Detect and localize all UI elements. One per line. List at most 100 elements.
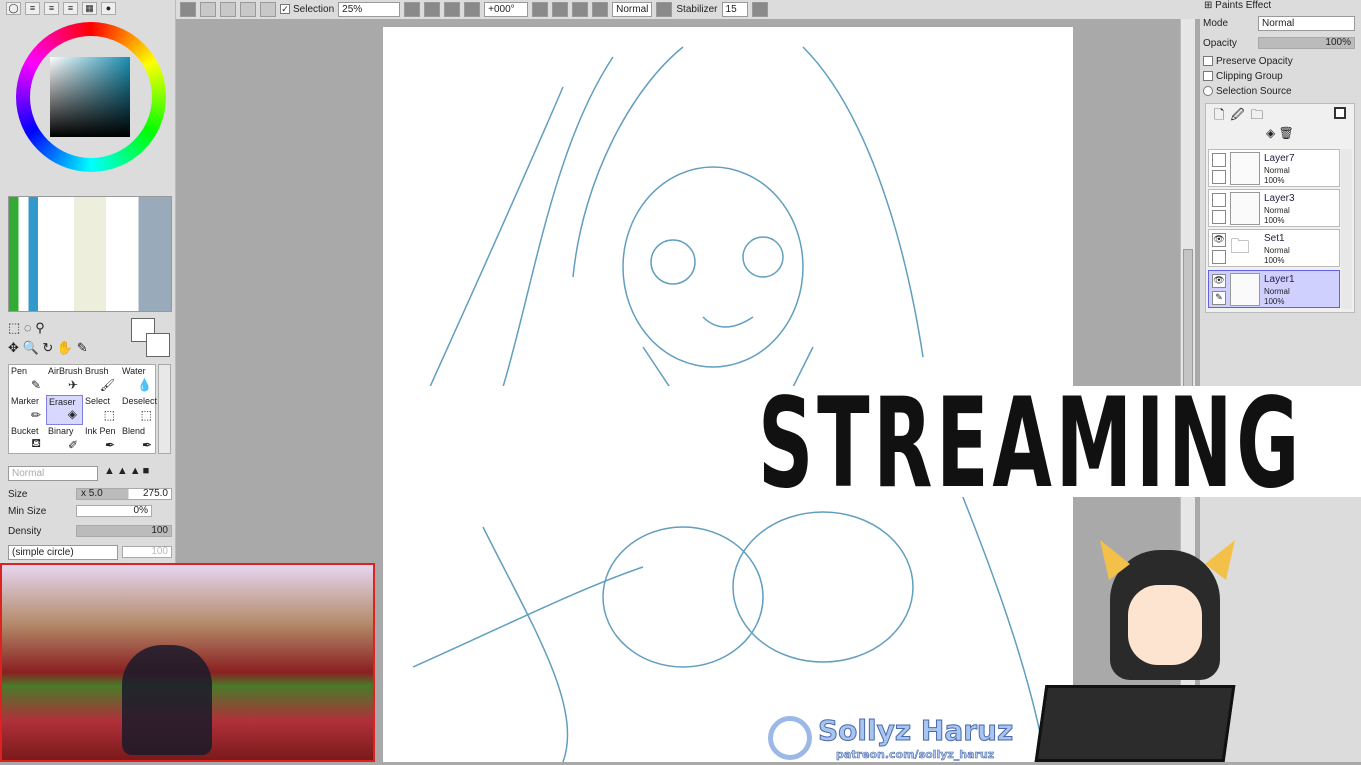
swatch-palette[interactable]: [8, 196, 172, 312]
view-mode-field[interactable]: Normal: [612, 2, 653, 17]
brush-tip-shapes[interactable]: ▲▲▲■: [104, 465, 170, 480]
tool-label: Binary: [48, 426, 74, 436]
tool-label: AirBrush: [48, 366, 83, 376]
zoom-reset-button[interactable]: [464, 2, 481, 17]
tool-water[interactable]: Water 💧: [120, 365, 157, 395]
deselect-button[interactable]: [240, 2, 256, 17]
lock-toggle[interactable]: [1212, 250, 1226, 264]
rect-select-icon[interactable]: ⬚: [8, 320, 20, 335]
swatch-icon[interactable]: ▦: [82, 2, 97, 15]
selection-toggle[interactable]: ✓ Selection: [280, 4, 334, 15]
paints-effect-header[interactable]: ⊞ Paints Effect: [1204, 0, 1271, 11]
layer-mode: Normal: [1264, 287, 1290, 296]
zoom-in-button[interactable]: [444, 2, 461, 17]
density-slider[interactable]: 100: [76, 525, 172, 537]
tint-icon[interactable]: ≡: [63, 2, 78, 15]
clear-layer-icon[interactable]: ◈: [1266, 126, 1275, 140]
zoom-icon[interactable]: 🔍: [23, 340, 39, 355]
layer-mode-select[interactable]: Normal: [1258, 16, 1355, 31]
deselect-icon: ⬚: [140, 408, 152, 422]
saturation-value-picker[interactable]: [50, 57, 130, 137]
secondary-color[interactable]: [146, 333, 170, 357]
tool-brush[interactable]: Brush 🖌: [83, 365, 120, 395]
eyedropper-icon[interactable]: ✎: [77, 340, 88, 355]
brush-blend-mode[interactable]: Normal: [8, 466, 98, 481]
invert-selection-button[interactable]: [260, 2, 276, 17]
tool-binary[interactable]: Binary ✐: [46, 425, 83, 455]
menu-toggle-button[interactable]: [180, 2, 196, 17]
layer-item[interactable]: Layer7 Normal 100%: [1208, 149, 1340, 187]
tool-select[interactable]: Select ⬚: [83, 395, 120, 425]
clipping-group-toggle[interactable]: Clipping Group: [1203, 71, 1283, 82]
stabilizer-field[interactable]: 15: [721, 2, 748, 17]
zoom-field[interactable]: 25%: [338, 2, 401, 17]
tool-ink-pen[interactable]: Ink Pen ✒: [83, 425, 120, 455]
tool-bucket[interactable]: Bucket ⛾: [9, 425, 46, 455]
clipping-group-checkbox[interactable]: [1203, 71, 1213, 82]
tool-eraser[interactable]: Eraser ◈: [46, 395, 83, 425]
zoom-dropdown[interactable]: [404, 2, 421, 17]
layer-opacity: 100%: [1264, 256, 1285, 265]
brush-lock-icon[interactable]: ✎: [1212, 291, 1226, 305]
visibility-toggle[interactable]: [1212, 153, 1226, 167]
layer-item[interactable]: Layer3 Normal 100%: [1208, 189, 1340, 227]
layer-item-selected[interactable]: 👁 ✎ Layer1 Normal 100%: [1208, 270, 1340, 308]
tool-label: Bucket: [11, 426, 39, 436]
preserve-opacity-checkbox[interactable]: [1203, 56, 1213, 67]
layer-folder-item[interactable]: 👁 🗀 Set1 Normal 100%: [1208, 229, 1340, 267]
selection-source-radio[interactable]: [1203, 86, 1213, 97]
selection-checkbox[interactable]: ✓: [280, 4, 290, 15]
rotate-reset-button[interactable]: [592, 2, 609, 17]
streaming-text: STREAMING: [758, 372, 1304, 516]
brush-shape-select[interactable]: (simple circle): [8, 545, 118, 560]
preserve-opacity-toggle[interactable]: Preserve Opacity: [1203, 56, 1293, 67]
rotate-left-button[interactable]: [552, 2, 569, 17]
rotate-right-button[interactable]: [572, 2, 589, 17]
mask-icon[interactable]: [1334, 107, 1346, 119]
layer-scrollbar[interactable]: [1341, 149, 1352, 309]
binary-icon: ✐: [67, 438, 78, 452]
lasso-icon[interactable]: ◌: [24, 320, 32, 335]
tool-marker[interactable]: Marker ✏: [9, 395, 46, 425]
hand-icon[interactable]: ✋: [57, 340, 73, 355]
mode-label: Mode: [1203, 18, 1229, 29]
tool-scrollbar[interactable]: [158, 364, 171, 454]
move-icon[interactable]: ✥: [8, 340, 19, 355]
size-slider[interactable]: x 5.0 275.0: [76, 488, 172, 500]
lock-toggle[interactable]: [1212, 210, 1226, 224]
stabilizer-dropdown[interactable]: [751, 2, 768, 17]
new-folder-icon[interactable]: 🗀: [1250, 107, 1269, 122]
game-capture: [0, 563, 375, 762]
folder-icon: 🗀: [1230, 236, 1250, 258]
tool-pen[interactable]: Pen ✎: [9, 365, 46, 395]
lock-toggle[interactable]: [1212, 170, 1226, 184]
eye-icon[interactable]: 👁: [1212, 274, 1226, 288]
tool-airbrush[interactable]: AirBrush ✈: [46, 365, 83, 395]
flip-button[interactable]: [656, 2, 673, 17]
layer-opacity-slider[interactable]: 100%: [1258, 37, 1355, 49]
new-linework-layer-icon[interactable]: 🖉: [1230, 107, 1250, 122]
magic-wand-icon[interactable]: ⚲: [35, 320, 45, 335]
tool-deselect[interactable]: Deselect ⬚: [120, 395, 157, 425]
rotation-dropdown[interactable]: [532, 2, 549, 17]
eye-icon[interactable]: 👁: [1212, 233, 1226, 247]
brush-shape-value[interactable]: 100: [122, 546, 172, 558]
rotate-icon[interactable]: ↻: [42, 340, 53, 355]
zoom-out-button[interactable]: [424, 2, 441, 17]
tool-label: Select: [85, 396, 111, 406]
redo-button[interactable]: [220, 2, 236, 17]
tool-label: Marker: [11, 396, 40, 406]
color-wheel-icon[interactable]: ◯: [6, 2, 21, 15]
layer-name: Layer1: [1264, 274, 1295, 285]
scratchpad-icon[interactable]: ●: [101, 2, 116, 15]
tool-blend[interactable]: Blend ✒: [120, 425, 157, 455]
delete-layer-icon[interactable]: 🗑: [1279, 126, 1294, 140]
rgb-slider-icon[interactable]: ≡: [25, 2, 40, 15]
min-size-slider[interactable]: 0%: [76, 505, 152, 517]
undo-button[interactable]: [200, 2, 216, 17]
visibility-toggle[interactable]: [1212, 193, 1226, 207]
hsv-slider-icon[interactable]: ≡: [44, 2, 59, 15]
rotation-field[interactable]: +000°: [484, 2, 529, 17]
selection-source-toggle[interactable]: Selection Source: [1203, 86, 1292, 97]
new-layer-icon[interactable]: 🗋: [1214, 107, 1230, 122]
